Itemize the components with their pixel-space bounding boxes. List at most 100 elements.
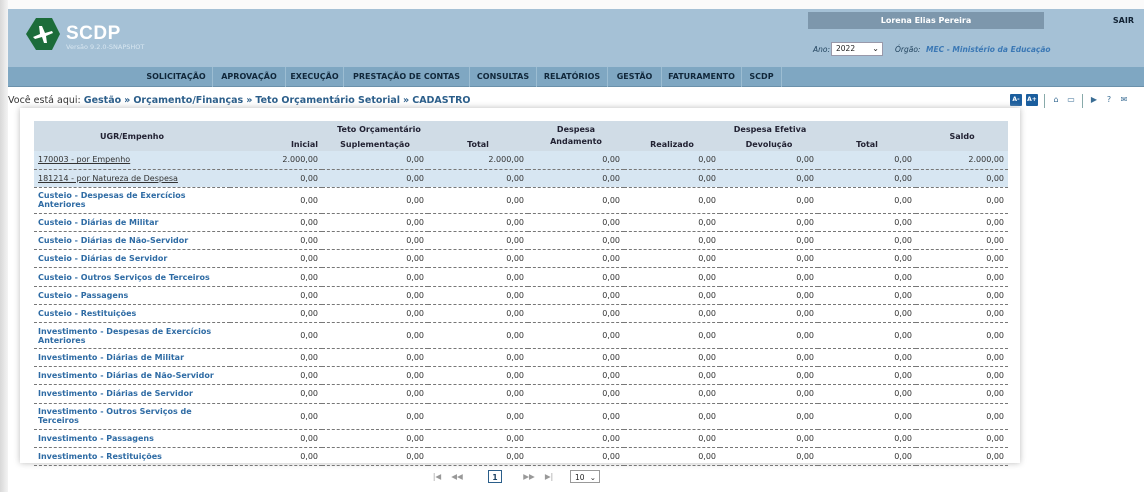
table-cell: 0,00 (528, 249, 624, 269)
nav-scdp[interactable]: SCDP (742, 67, 782, 87)
table-cell: 0,00 (528, 304, 624, 324)
table-cell: 0,00 (322, 286, 428, 305)
row-name-link[interactable]: Custeio - Diárias de Militar (34, 213, 230, 233)
row-name-link[interactable]: Investimento - Restituições (34, 447, 230, 466)
breadcrumb-item-orcamento[interactable]: Orçamento/Finanças (133, 95, 243, 106)
table-cell: 0,00 (720, 384, 818, 404)
table-cell: 0,00 (916, 213, 1008, 233)
row-name-link[interactable]: Custeio - Diárias de Não-Servidor (34, 231, 230, 251)
row-name-link[interactable]: 181214 - por Natureza de Despesa (34, 169, 230, 188)
table-cell: 0,00 (916, 348, 1008, 368)
nav-faturamento[interactable]: FATURAMENTO (662, 67, 742, 87)
table-cell: 0,00 (818, 249, 916, 269)
nav-prestacao-de-contas[interactable]: PRESTAÇÃO DE CONTAS (344, 67, 470, 87)
table-cell: 0,00 (720, 267, 818, 287)
table-row: Investimento - Outros Serviços de Tercei… (34, 403, 1008, 430)
page-size-select[interactable]: 10 ⌄ (570, 470, 600, 483)
table-cell: 0,00 (916, 267, 1008, 287)
help-icon[interactable]: ? (1103, 94, 1115, 106)
breadcrumb-item-teto[interactable]: Teto Orçamentário Setorial (255, 95, 400, 106)
table-cell: 0,00 (528, 267, 624, 287)
table-cell: 0,00 (230, 286, 322, 305)
table-cell: 0,00 (528, 322, 624, 349)
nav-execucao[interactable]: EXECUÇÃO (286, 67, 344, 87)
breadcrumb-prefix: Você está aqui: (8, 95, 81, 106)
top-strip (8, 0, 1144, 9)
first-page-button[interactable]: |◀ (430, 470, 444, 483)
row-name-link[interactable]: Investimento - Diárias de Militar (34, 348, 230, 368)
row-name-link[interactable]: Investimento - Outros Serviços de Tercei… (34, 403, 230, 430)
nav-gestao[interactable]: GESTÃO (608, 67, 662, 87)
col-devolucao: Devolução (720, 137, 818, 151)
col-despesa-efetiva: Despesa Efetiva (624, 121, 916, 137)
row-name-link[interactable]: 170003 - por Empenho (34, 151, 230, 170)
nav-solicitacao[interactable]: SOLICITAÇÃO (140, 67, 213, 87)
table-cell: 0,00 (818, 267, 916, 287)
double-chevron-icon: » (246, 95, 253, 106)
row-name-link[interactable]: Custeio - Despesas de Exercícios Anterio… (34, 187, 230, 214)
row-name-link[interactable]: Investimento - Passagens (34, 429, 230, 448)
table-cell: 0,00 (916, 231, 1008, 251)
table-cell: 0,00 (230, 322, 322, 349)
row-name-link[interactable]: Investimento - Diárias de Não-Servidor (34, 366, 230, 386)
video-icon[interactable]: ▶ (1088, 94, 1100, 106)
row-name-link[interactable]: Custeio - Passagens (34, 286, 230, 305)
nav-consultas[interactable]: CONSULTAS (470, 67, 537, 87)
breadcrumb-item-gestao[interactable]: Gestão (84, 95, 121, 106)
row-name-link[interactable]: Custeio - Outros Serviços de Terceiros (34, 267, 230, 287)
table-cell: 0,00 (916, 304, 1008, 324)
chat-icon[interactable]: ▭ (1065, 94, 1077, 106)
table-cell: 0,00 (528, 447, 624, 466)
table-cell: 0,00 (230, 231, 322, 251)
row-name-link[interactable]: Custeio - Diárias de Servidor (34, 249, 230, 269)
chevron-down-icon: ⌄ (589, 473, 596, 482)
table-cell: 0,00 (720, 249, 818, 269)
orgao-value[interactable]: MEC - Ministério da Educação (926, 45, 1051, 54)
page: { "app": {"brand": "SCDP", "version": "V… (0, 0, 1144, 492)
logout-button[interactable]: SAIR (1048, 12, 1144, 29)
table-cell: 0,00 (528, 348, 624, 368)
table-row: 181214 - por Natureza de Despesa 0,00 0,00… (34, 169, 1008, 188)
table-cell: 0,00 (230, 429, 322, 448)
table-row: Custeio - Outros Serviços de Terceiros 0,… (34, 267, 1008, 287)
mail-icon[interactable]: ✉ (1118, 94, 1130, 106)
app-header: SCDP Versão 9.2.0-SNAPSHOT Lorena Elias … (8, 9, 1144, 67)
table-cell: 0,00 (720, 322, 818, 349)
user-name: Lorena Elias Pereira (808, 12, 1044, 29)
font-increase-button[interactable]: A+ (1026, 94, 1038, 106)
table-cell: 0,00 (720, 304, 818, 324)
table-cell: 0,00 (230, 249, 322, 269)
table-cell: 0,00 (428, 366, 528, 386)
row-name-link[interactable]: Custeio - Restituições (34, 304, 230, 324)
home-icon[interactable]: ⌂ (1050, 94, 1062, 106)
nav-aprovacao[interactable]: APROVAÇÃO (213, 67, 286, 87)
table-cell: 0,00 (428, 249, 528, 269)
col-teto-orcamentario: Teto Orçamentário (230, 121, 528, 137)
table-row: Investimento - Diárias de Não-Servidor 0,… (34, 366, 1008, 386)
double-chevron-icon: » (124, 95, 131, 106)
table-cell: 0,00 (322, 249, 428, 269)
table-cell: 0,00 (720, 403, 818, 430)
col-inicial: Inicial (230, 137, 322, 151)
table-row: Investimento - Diárias de Militar 0,00 0,0… (34, 348, 1008, 368)
font-decrease-button[interactable]: A- (1010, 94, 1022, 106)
next-page-button[interactable]: ▶▶ (520, 470, 538, 483)
table-cell: 0,00 (528, 403, 624, 430)
row-name-link[interactable]: Investimento - Diárias de Servidor (34, 384, 230, 404)
table-cell: 0,00 (624, 447, 720, 466)
prev-page-button[interactable]: ◀◀ (448, 470, 466, 483)
table-cell: 0,00 (230, 304, 322, 324)
table-cell: 0,00 (428, 169, 528, 188)
current-page-button[interactable]: 1 (488, 470, 502, 483)
year-select[interactable]: 2022 ⌄ (831, 42, 883, 56)
col-ugr-empenho: UGR/Empenho (34, 121, 230, 151)
table-cell: 0,00 (428, 348, 528, 368)
table-row: 170003 - por Empenho 2.000,00 0,00 2.000,00… (34, 151, 1008, 170)
row-name-link[interactable]: Investimento - Despesas de Exercícios An… (34, 322, 230, 349)
table-cell: 0,00 (818, 231, 916, 251)
last-page-button[interactable]: ▶| (542, 470, 556, 483)
table-row: Investimento - Diárias de Servidor 0,00 0,… (34, 384, 1008, 404)
table-cell: 0,00 (720, 151, 818, 170)
table-cell: 0,00 (428, 304, 528, 324)
nav-relatorios[interactable]: RELATÓRIOS (537, 67, 608, 87)
